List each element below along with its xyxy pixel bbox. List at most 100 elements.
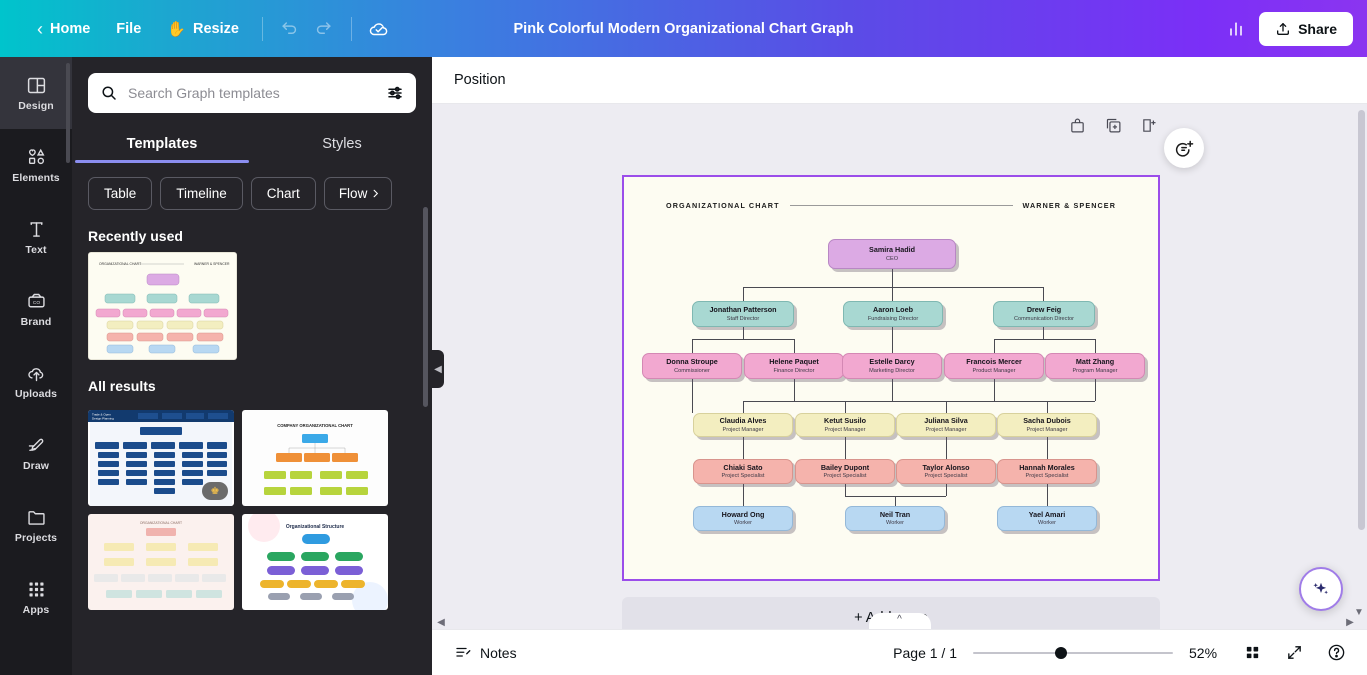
template-result-3[interactable]: Organizational Structure [242, 514, 388, 610]
sidebar-item-elements[interactable]: Elements [0, 129, 72, 201]
notes-button[interactable]: Notes [454, 644, 517, 662]
filter-sliders-icon[interactable] [386, 84, 404, 102]
org-node-blue-1[interactable]: Howard Ong Worker [693, 506, 793, 531]
org-node-role: Finance Director [773, 367, 815, 374]
org-node-salmon-1[interactable]: Chiaki Sato Project Specialist [693, 459, 793, 484]
share-button[interactable]: Share [1259, 11, 1353, 46]
org-node-name: Samira Hadid [869, 245, 915, 255]
sidebar-item-design[interactable]: Design [0, 57, 72, 129]
resize-button[interactable]: ✋ Resize [154, 13, 252, 45]
fullscreen-button[interactable] [1281, 640, 1307, 666]
sidebar-item-projects[interactable]: Projects [0, 489, 72, 561]
search-section [72, 57, 432, 113]
duplicate-page-button[interactable] [1100, 112, 1126, 138]
chip-chart[interactable]: Chart [250, 177, 316, 210]
resize-label: Resize [192, 20, 239, 37]
canvas-scroll-left-arrow[interactable]: ◀ [434, 615, 448, 629]
tab-templates[interactable]: Templates [72, 127, 252, 163]
magic-assistant-button[interactable] [1299, 567, 1343, 611]
canvas-scroll-right-arrow[interactable]: ▶ [1343, 615, 1357, 629]
panel-scrollbar[interactable] [423, 207, 428, 407]
org-node-yellow-1[interactable]: Claudia Alves Project Manager [693, 413, 793, 437]
org-node-yellow-4[interactable]: Sacha Dubois Project Manager [997, 413, 1097, 437]
chip-timeline[interactable]: Timeline [160, 177, 243, 210]
design-page-canvas[interactable]: ORGANIZATIONAL CHART WARNER & SPENCER Sa… [622, 175, 1160, 581]
add-page-button-top[interactable] [1136, 112, 1162, 138]
org-node-pink-4[interactable]: Francois Mercer Product Manager [944, 353, 1044, 379]
help-button[interactable] [1323, 640, 1349, 666]
canvas-vertical-scrollbar[interactable] [1358, 110, 1365, 530]
chip-flow[interactable]: Flow [323, 177, 393, 210]
org-node-yellow-2[interactable]: Ketut Susilo Project Manager [795, 413, 895, 437]
grid-view-button[interactable] [1239, 640, 1265, 666]
canvas-area[interactable]: ORGANIZATIONAL CHART WARNER & SPENCER Sa… [432, 104, 1367, 629]
sidebar-item-brand[interactable]: CO Brand [0, 273, 72, 345]
search-box[interactable] [88, 73, 416, 113]
org-node-pink-1[interactable]: Donna Stroupe Commissioner [642, 353, 742, 379]
org-node-role: Worker [1038, 520, 1056, 527]
org-node-name: Bailey Dupont [820, 462, 870, 472]
canvas-scroll-up-arrow[interactable]: ▲ [1352, 104, 1366, 108]
cloud-saved-button[interactable] [362, 12, 396, 46]
org-node-name: Yael Amari [1028, 509, 1066, 519]
sidebar-label-draw: Draw [22, 459, 50, 472]
org-node-name: Chiaki Sato [723, 462, 763, 472]
svg-text:WARNER & SPENCER: WARNER & SPENCER [194, 262, 230, 266]
file-menu-button[interactable]: File [103, 14, 154, 44]
org-node-salmon-4[interactable]: Hannah Morales Project Specialist [997, 459, 1097, 484]
panel-collapse-handle[interactable]: ◀ [432, 350, 444, 388]
tab-active-underline [75, 160, 249, 163]
add-page-icon [1142, 118, 1156, 132]
org-node-name: Claudia Alves [719, 416, 767, 426]
org-node-pink-2[interactable]: Helene Paquet Finance Director [744, 353, 844, 379]
zoom-slider[interactable] [973, 645, 1173, 661]
all-results-heading: All results [88, 378, 156, 394]
position-button[interactable]: Position [454, 72, 506, 88]
sidebar-item-uploads[interactable]: Uploads [0, 345, 72, 417]
org-node-director-1[interactable]: Jonathan Patterson Staff Director [692, 301, 794, 327]
zoom-value[interactable]: 52% [1189, 645, 1223, 661]
tab-styles[interactable]: Styles [252, 127, 432, 163]
svg-text:COMPANY ORGANIZATIONAL CHART: COMPANY ORGANIZATIONAL CHART [277, 423, 353, 428]
panel-tabs: Templates Styles [72, 127, 432, 163]
cloud-saved-icon [369, 22, 388, 35]
template-result-0[interactable]: Trade & Open Design Planning ♚ [88, 410, 234, 506]
org-node-role: Program Manager [1072, 367, 1118, 374]
position-toolbar: Position [432, 57, 1367, 104]
search-input[interactable] [128, 85, 376, 101]
sidebar-label-text: Text [25, 243, 47, 256]
zoom-slider-knob[interactable] [1055, 646, 1067, 659]
org-node-blue-2[interactable]: Neil Tran Worker [845, 506, 945, 531]
sidebar-item-apps[interactable]: Apps [0, 561, 72, 633]
sidebar-item-text[interactable]: Text [0, 201, 72, 273]
undo-button[interactable] [273, 12, 307, 46]
page-indicator[interactable]: Page 1 / 1 [893, 645, 957, 661]
insights-button[interactable] [1219, 12, 1253, 46]
chart-header-line [789, 205, 1013, 206]
rail-scrollbar[interactable] [66, 63, 70, 163]
grid-view-icon [1246, 646, 1258, 659]
org-node-pink-3[interactable]: Estelle Darcy Marketing Director [842, 353, 942, 379]
collapse-panel-tab[interactable]: ^ [868, 613, 931, 629]
sidebar-item-draw[interactable]: Draw [0, 417, 72, 489]
home-button[interactable]: ‹ Home [24, 13, 103, 45]
org-node-role: Project Specialist [823, 473, 867, 480]
org-node-salmon-2[interactable]: Bailey Dupont Project Specialist [795, 459, 895, 484]
org-node-ceo[interactable]: Samira Hadid CEO [828, 239, 956, 269]
org-node-role: Project Specialist [721, 473, 765, 480]
chip-table[interactable]: Table [88, 177, 153, 210]
org-node-name: Drew Feig [1026, 305, 1062, 315]
org-node-salmon-3[interactable]: Taylor Alonso Project Specialist [896, 459, 996, 484]
org-node-name: Neil Tran [879, 509, 911, 519]
template-result-2[interactable]: ORGANIZATIONAL CHART [88, 514, 234, 610]
lock-page-button[interactable] [1064, 112, 1090, 138]
redo-button[interactable] [307, 12, 341, 46]
org-node-director-3[interactable]: Drew Feig Communication Director [993, 301, 1095, 327]
org-node-yellow-3[interactable]: Juliana Silva Project Manager [896, 413, 996, 437]
recent-template-thumbnail[interactable]: ORGANIZATIONAL CHART WARNER & SPENCER [88, 252, 237, 360]
add-comment-button[interactable] [1164, 128, 1204, 168]
org-node-pink-5[interactable]: Matt Zhang Program Manager [1045, 353, 1145, 379]
org-node-blue-3[interactable]: Yael Amari Worker [997, 506, 1097, 531]
org-node-director-2[interactable]: Aaron Loeb Fundraising Director [843, 301, 943, 327]
template-result-1[interactable]: COMPANY ORGANIZATIONAL CHART [242, 410, 388, 506]
